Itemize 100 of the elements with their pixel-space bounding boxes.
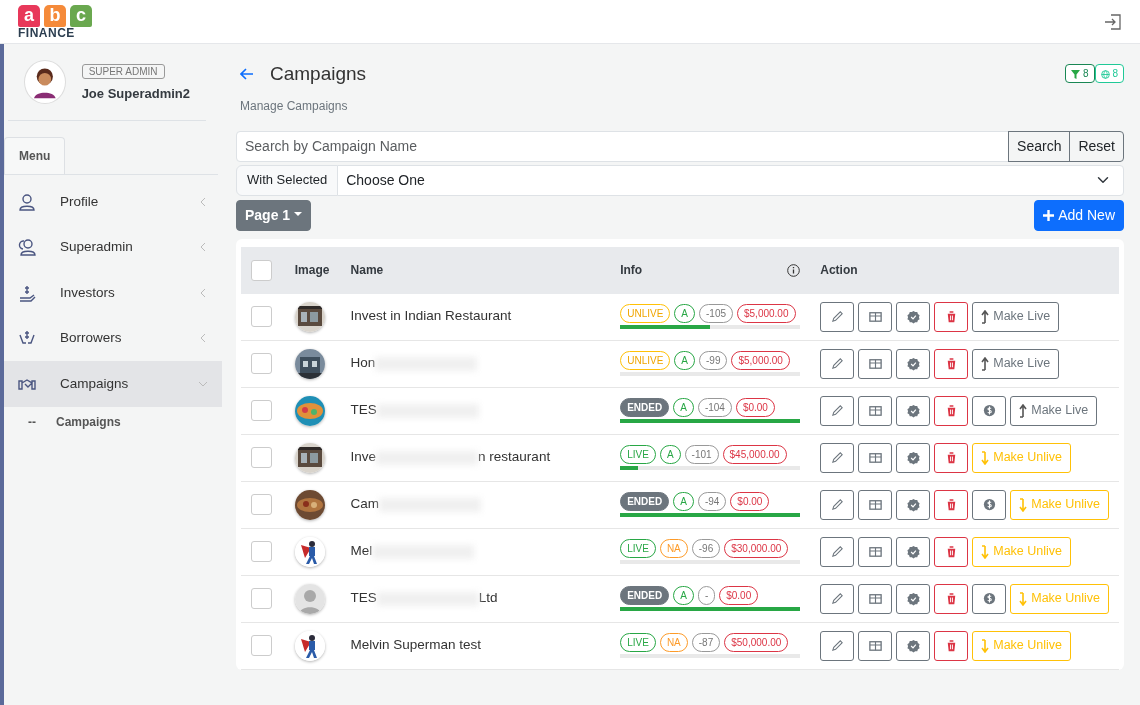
payment-button[interactable] (972, 583, 1007, 614)
logo-letter: c (70, 4, 92, 27)
edit-button[interactable] (820, 301, 855, 332)
count-badge: -101 (684, 445, 719, 464)
delete-button[interactable] (934, 630, 969, 661)
edit-button[interactable] (820, 442, 855, 473)
row-checkbox[interactable] (251, 588, 272, 609)
edit-button[interactable] (820, 348, 855, 379)
delete-button[interactable] (934, 395, 969, 426)
campaign-name: Hon (350, 354, 376, 373)
make-live-button[interactable]: Make Live (972, 348, 1060, 379)
table-button[interactable] (858, 489, 893, 520)
delete-button[interactable] (934, 489, 969, 520)
verify-button[interactable] (896, 583, 931, 614)
verify-button[interactable] (896, 301, 931, 332)
payment-button[interactable] (972, 395, 1007, 426)
bulk-action-select[interactable]: Choose One (337, 164, 1124, 196)
verify-button[interactable] (896, 395, 931, 426)
menu-tab[interactable]: Menu (4, 137, 66, 174)
table-button[interactable] (858, 536, 893, 567)
table-icon (867, 591, 883, 606)
make-live-button[interactable]: Make Live (1010, 395, 1098, 426)
verify-button[interactable] (896, 442, 931, 473)
payment-button[interactable] (972, 489, 1007, 520)
status-badge: LIVE (620, 633, 656, 652)
table-button[interactable] (858, 395, 893, 426)
filter-count[interactable]: 8 (1065, 64, 1095, 83)
table-button[interactable] (858, 301, 893, 332)
add-new-button[interactable]: Add New (1034, 199, 1124, 231)
delete-button[interactable] (934, 348, 969, 379)
grade-badge: A (674, 351, 695, 370)
edit-icon (829, 309, 845, 324)
delete-button[interactable] (934, 301, 969, 332)
verified-badge-icon (905, 450, 921, 465)
edit-icon (829, 638, 845, 653)
edit-button[interactable] (820, 536, 855, 567)
edit-button[interactable] (820, 489, 855, 520)
sidebar-item[interactable]: Investors (4, 270, 222, 316)
verified-badge-icon (905, 356, 921, 371)
delete-button[interactable] (934, 583, 969, 614)
logo-letter: a (18, 4, 40, 27)
column-header: Info (620, 262, 643, 279)
count-badge: -104 (697, 398, 732, 417)
back-arrow-icon[interactable] (240, 68, 254, 81)
row-checkbox[interactable] (251, 541, 272, 562)
search-field[interactable]: Search by Campaign Name (236, 130, 1010, 162)
search-button[interactable]: Search (1008, 130, 1071, 162)
avatar-icon (24, 60, 66, 104)
verify-button[interactable] (896, 536, 931, 567)
sidebar-item[interactable]: Superadmin (4, 224, 222, 270)
table-button[interactable] (858, 583, 893, 614)
verify-button[interactable] (896, 630, 931, 661)
arrow-down-icon (1019, 497, 1028, 512)
select-all-checkbox[interactable] (251, 259, 272, 281)
submenu-item[interactable]: Campaigns (56, 412, 121, 431)
verify-button[interactable] (896, 348, 931, 379)
row-checkbox[interactable] (251, 635, 272, 656)
status-badge: ENDED (620, 398, 670, 417)
edit-button[interactable] (820, 395, 855, 426)
table-button[interactable] (858, 442, 893, 473)
table-button[interactable] (858, 348, 893, 379)
amount-badge: $30,000.00 (724, 539, 789, 558)
amount-badge: $0.00 (735, 398, 775, 417)
grade-badge: A (673, 586, 694, 605)
verify-button[interactable] (896, 489, 931, 520)
delete-button[interactable] (934, 536, 969, 567)
row-checkbox[interactable] (251, 400, 272, 421)
page-dropdown[interactable]: Page 1 (236, 199, 311, 231)
sidebar-item[interactable]: Profile (4, 179, 222, 225)
campaign-name: TES (350, 401, 377, 420)
table-button[interactable] (858, 630, 893, 661)
delete-button[interactable] (934, 442, 969, 473)
grade-badge: A (673, 492, 694, 511)
filter-icon (1071, 69, 1081, 79)
make-live-button[interactable]: Make Live (972, 301, 1060, 332)
amount-badge: $50,000.00 (724, 633, 789, 652)
logo-letter: b (44, 4, 66, 27)
row-checkbox[interactable] (251, 306, 272, 327)
grade-badge: NA (659, 539, 688, 558)
verified-badge-icon (905, 638, 921, 653)
verified-badge-icon (905, 591, 921, 606)
table-icon (867, 544, 883, 559)
arrow-down-icon (981, 638, 990, 653)
table-icon (867, 403, 883, 418)
count-badge: -87 (691, 633, 721, 652)
logout-icon[interactable] (1104, 12, 1122, 31)
edit-button[interactable] (820, 583, 855, 614)
column-header: Action (820, 263, 858, 277)
table-icon (867, 497, 883, 512)
status-badge: ENDED (620, 586, 670, 605)
row-checkbox[interactable] (251, 494, 272, 515)
arrow-down-icon (981, 450, 990, 465)
edit-button[interactable] (820, 630, 855, 661)
reset-button[interactable]: Reset (1069, 130, 1124, 162)
sidebar-item[interactable]: Campaigns (4, 361, 222, 407)
grade-badge: A (673, 398, 694, 417)
row-checkbox[interactable] (251, 353, 272, 374)
info-icon[interactable] (787, 263, 801, 277)
row-checkbox[interactable] (251, 447, 272, 468)
sidebar-item[interactable]: Borrowers (4, 315, 222, 361)
